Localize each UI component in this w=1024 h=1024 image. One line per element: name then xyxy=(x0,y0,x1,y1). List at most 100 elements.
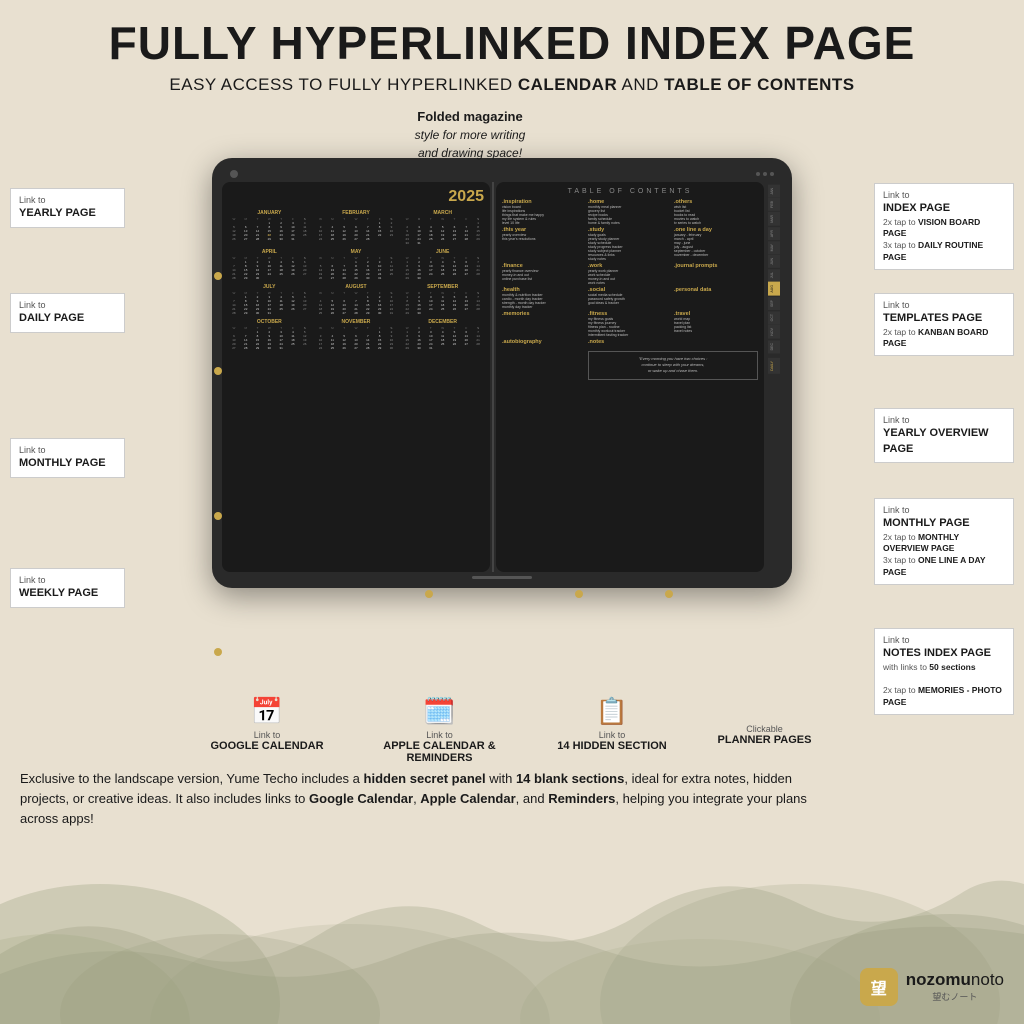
nav-tab-jul[interactable]: JUL xyxy=(768,269,780,281)
monthly-right-extra: 2x tap to MONTHLY OVERVIEW PAGE3x tap to… xyxy=(883,532,1005,580)
bottom-links-area: 📅 Link to GOOGLE CALENDAR 🗓️ Link to APP… xyxy=(0,688,1024,769)
calendar-march: MARCH WMTWTFS 1 2345678 9101112131415 16… xyxy=(401,210,484,245)
subtitle-prefix: EASY ACCESS TO FULLY HYPERLINKED xyxy=(169,75,517,94)
nav-tab-dec[interactable]: DEC xyxy=(768,340,780,353)
clickable-planner-pages[interactable]: Clickable PLANNER PAGES xyxy=(695,696,835,746)
logo-icon-box: 望 xyxy=(860,968,898,1006)
calendar-december: DECEMBER WMTWTFS 1234567 891011121314 15… xyxy=(401,319,484,350)
link-hidden-section[interactable]: 📋 Link to 14 HIDDEN SECTION xyxy=(535,696,690,752)
bottom-text: Exclusive to the landscape version, Yume… xyxy=(20,769,840,829)
toc-social: .social social media schedule password s… xyxy=(588,287,672,309)
connector-dot-bottom-2 xyxy=(575,590,583,598)
calendar-july: JULY WMTWTFS 123456 78910111213 14151617… xyxy=(228,284,311,315)
annotation-bold: Folded magazine xyxy=(417,109,522,124)
monthly-link-label: Link to xyxy=(19,444,116,457)
subtitle-mid: AND xyxy=(617,75,664,94)
nav-tab-feb[interactable]: FEB xyxy=(768,198,780,211)
connector-dot-1 xyxy=(214,367,222,375)
calendar-august: AUGUST WMTWTFS 123 45678910 111213141516… xyxy=(315,284,398,315)
toc-others: .others wish list bucket list books to r… xyxy=(674,199,758,225)
hidden-section-target: 14 HIDDEN SECTION xyxy=(557,740,666,752)
nav-tab-nov[interactable]: NOV xyxy=(768,325,780,339)
calendar-may: MAY WMTWTFS 1234 567891011 1213141516171… xyxy=(315,249,398,280)
tablet-wrapper: 2025 JANUARY WMTWTFS 1234 567891011 12 xyxy=(135,108,869,688)
nav-tab-oct[interactable]: OCT xyxy=(768,311,780,324)
toc-one-line-day: .one line a day january - february march… xyxy=(674,227,758,261)
toc-title: TABLE OF CONTENTS xyxy=(502,188,758,195)
nav-tab-sep[interactable]: SEP xyxy=(768,297,780,310)
annotation-italic: style for more writingand drawing space! xyxy=(415,128,526,160)
notes-index-target: NOTES INDEX PAGE xyxy=(883,646,1005,661)
nav-tab-apr[interactable]: APR xyxy=(768,227,780,240)
link-google-calendar[interactable]: 📅 Link to GOOGLE CALENDAR xyxy=(190,696,345,752)
tablet: 2025 JANUARY WMTWTFS 1234 567891011 12 xyxy=(212,158,792,588)
calendar-june: JUNE WMTWTFS 1234567 891011121314 151617… xyxy=(401,249,484,280)
toc-home: .home monthly meal planner grocery list … xyxy=(588,199,672,225)
link-templates-page[interactable]: Link to TEMPLATES PAGE 2x tap to KANBAN … xyxy=(874,293,1014,357)
tablet-divider xyxy=(492,182,494,572)
link-index-page[interactable]: Link to INDEX PAGE 2x tap to VISION BOAR… xyxy=(874,183,1014,271)
monthly-link-target: MONTHLY PAGE xyxy=(19,456,116,471)
subtitle-bold1: CALENDAR xyxy=(518,75,617,94)
logo-text-block: nozomunoto 望むノート xyxy=(906,971,1004,1003)
subtitle: EASY ACCESS TO FULLY HYPERLINKED CALENDA… xyxy=(40,75,984,95)
connector-dot-monthly xyxy=(214,512,222,520)
nav-tab-jun[interactable]: JUN xyxy=(768,255,780,268)
connector-dot-yearly xyxy=(214,272,222,280)
calendar-november: NOVEMBER WMTWTFS 12 3456789 101112131415… xyxy=(315,319,398,350)
link-weekly-page[interactable]: Link to WEEKLY PAGE xyxy=(10,568,125,608)
main-title: FULLY HYPERLINKED INDEX PAGE xyxy=(40,18,984,69)
page-container: FULLY HYPERLINKED INDEX PAGE EASY ACCESS… xyxy=(0,0,1024,1024)
planner-pages-target: PLANNER PAGES xyxy=(718,734,812,746)
link-yearly-page[interactable]: Link to YEARLY PAGE xyxy=(10,188,125,228)
yearly-link-label: Link to xyxy=(19,194,116,207)
yearly-overview-link-target: YEARLY OVERVIEW PAGE xyxy=(883,426,1005,457)
year-label: 2025 xyxy=(228,188,484,206)
toc-grid: .inspiration vision board life inspirati… xyxy=(502,199,758,380)
connector-dot-bottom-3 xyxy=(665,590,673,598)
toc-notes: .notes xyxy=(588,339,672,345)
daily-link-label: Link to xyxy=(19,299,116,312)
toc-inspiration: .inspiration vision board life inspirati… xyxy=(502,199,586,225)
logo-kanji: 望 xyxy=(871,975,887,999)
nav-tab-may[interactable]: MAY xyxy=(768,241,780,254)
google-calendar-label: Link to xyxy=(254,730,281,740)
calendar-grid: JANUARY WMTWTFS 1234 567891011 121314151… xyxy=(228,210,484,350)
nav-tab-mar[interactable]: MAR xyxy=(768,212,780,226)
link-monthly-page[interactable]: Link to MONTHLY PAGE xyxy=(10,438,125,478)
apple-calendar-icon: 🗓️ xyxy=(423,696,455,727)
calendar-april: APRIL WMTWTFS 123456 78910111213 1415161… xyxy=(228,249,311,280)
connector-dot-bottom-1 xyxy=(425,590,433,598)
bottom-description: Exclusive to the landscape version, Yume… xyxy=(0,769,1024,829)
monthly-right-target: MONTHLY PAGE xyxy=(883,516,1005,531)
tablet-nav-tabs[interactable]: JAN FEB MAR APR MAY JUN JUL AUG SEP OCT … xyxy=(766,182,782,572)
connector-dot-weekly xyxy=(214,648,222,656)
toc-memories: .memories xyxy=(502,311,586,337)
toc-travel: .travel world map travel plan packing li… xyxy=(674,311,758,337)
nav-tab-aug-active[interactable]: AUG xyxy=(768,282,780,296)
left-annotations: Link to YEARLY PAGE Link to DAILY PAGE L… xyxy=(5,108,135,688)
toc-study: .study study goals yearly study planner … xyxy=(588,227,672,261)
link-apple-calendar[interactable]: 🗓️ Link to APPLE CALENDAR & REMINDERS xyxy=(350,696,530,764)
link-monthly-page-right[interactable]: Link to MONTHLY PAGE 2x tap to MONTHLY O… xyxy=(874,498,1014,586)
apple-calendar-label: Link to xyxy=(426,730,453,740)
google-calendar-target: GOOGLE CALENDAR xyxy=(210,740,323,752)
index-link-extra: 2x tap to VISION BOARD PAGE3x tap to DAI… xyxy=(883,217,1005,265)
calendar-february: FEBRUARY WMTWTFS 12 3456789 101112131415… xyxy=(315,210,398,245)
monthly-right-label: Link to xyxy=(883,504,1005,517)
notes-index-label: Link to xyxy=(883,634,1005,647)
hidden-section-icon: 📋 xyxy=(596,696,628,727)
templates-link-target: TEMPLATES PAGE xyxy=(883,311,1005,326)
nav-tab-jan[interactable]: JAN xyxy=(768,185,780,198)
nav-tab-daily[interactable]: DAILY xyxy=(768,358,780,374)
weekly-link-target: WEEKLY PAGE xyxy=(19,586,116,601)
logo-subtitle: 望むノート xyxy=(906,990,1004,1003)
tablet-bottom-bar xyxy=(222,574,782,582)
right-annotations: Link to INDEX PAGE 2x tap to VISION BOAR… xyxy=(869,108,1019,688)
link-daily-page[interactable]: Link to DAILY PAGE xyxy=(10,293,125,333)
subtitle-bold2: TABLE OF CONTENTS xyxy=(664,75,854,94)
link-yearly-overview-page[interactable]: Link to YEARLY OVERVIEW PAGE xyxy=(874,408,1014,463)
toc-this-year: .this year yearly overview this year's r… xyxy=(502,227,586,261)
toc-fitness: .fitness my fitness goals my fitness jou… xyxy=(588,311,672,337)
header: FULLY HYPERLINKED INDEX PAGE EASY ACCESS… xyxy=(0,0,1024,103)
